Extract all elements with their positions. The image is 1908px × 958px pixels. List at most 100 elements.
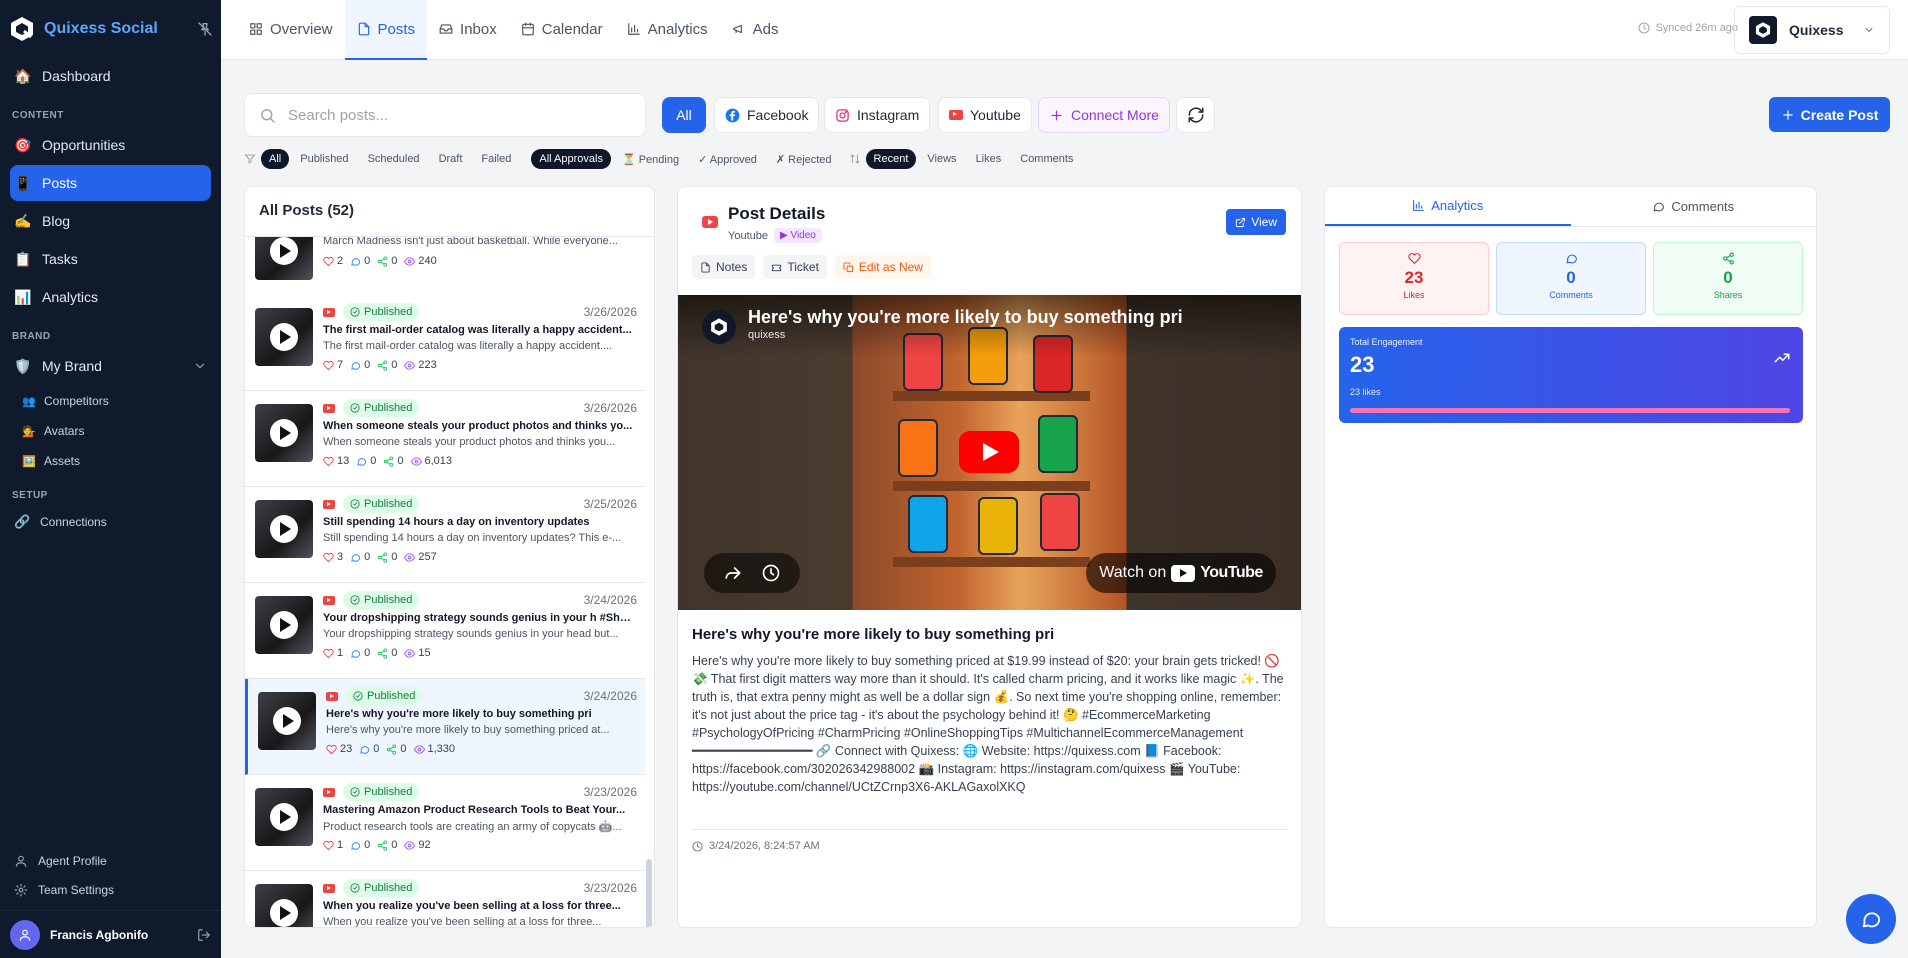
post-description: March Madness isn't just about basketbal…: [323, 237, 618, 247]
status-filter-scheduled[interactable]: Scheduled: [360, 149, 428, 169]
views-count: 257: [418, 551, 437, 563]
status-filter-published[interactable]: Published: [292, 149, 356, 169]
list-item[interactable]: Published 3/23/2026 Mastering Amazon Produ…: [245, 775, 645, 871]
create-post-button[interactable]: Create Post: [1769, 97, 1890, 132]
likes-count: 13: [337, 455, 350, 467]
account-switcher[interactable]: Quixess: [1734, 6, 1890, 54]
platform-filter-all[interactable]: All: [662, 97, 706, 133]
sidebar-item-my-brand[interactable]: 🛡️ My Brand: [10, 348, 211, 384]
sort-comments[interactable]: Comments: [1012, 149, 1081, 169]
platform-filter-instagram[interactable]: Instagram: [824, 97, 931, 133]
details-header: Post Details Youtube ▶ Video: [702, 204, 825, 243]
unpin-icon[interactable]: [197, 21, 213, 37]
list-item[interactable]: Published 3/24/2026 Here's why you're more…: [245, 679, 645, 775]
view-post-button[interactable]: View: [1226, 209, 1286, 235]
sidebar-item-dashboard[interactable]: 🏠 Dashboard: [10, 58, 211, 94]
shares-count: 0: [391, 839, 398, 851]
refresh-button[interactable]: [1176, 97, 1215, 133]
tab-inbox[interactable]: Inbox: [427, 0, 509, 60]
chat-support-button[interactable]: [1846, 894, 1896, 944]
tab-analytics-panel[interactable]: Analytics: [1325, 187, 1571, 226]
sidebar-item-competitors[interactable]: 👥 Competitors: [10, 386, 211, 416]
comments-count: 0: [364, 551, 371, 563]
views-count: 15: [418, 647, 431, 659]
post-meta: Published 3/24/2026: [326, 687, 637, 705]
approval-filter-rejected[interactable]: ✗ Rejected: [768, 149, 840, 170]
comment-icon: [351, 257, 361, 266]
approval-filter-approved[interactable]: ✓ Approved: [690, 149, 765, 170]
sidebar-item-avatars[interactable]: 💁 Avatars: [10, 416, 211, 446]
list-item[interactable]: Published 3/24/2026 Your dropshipping stra…: [245, 583, 645, 679]
sidebar-item-label: Opportunities: [42, 137, 126, 153]
list-item[interactable]: Published 3/25/2026 Still spending 14 hour…: [245, 487, 645, 583]
platform-filter-facebook[interactable]: Facebook: [714, 97, 820, 133]
views-count: 240: [418, 255, 437, 267]
sidebar-item-blog[interactable]: ✍️ Blog: [10, 203, 211, 239]
sort-recent[interactable]: Recent: [865, 149, 917, 169]
brand-logo-icon[interactable]: [8, 15, 36, 43]
search-box[interactable]: [244, 93, 646, 137]
approval-filter-all[interactable]: All Approvals: [531, 149, 611, 169]
plus-icon: [1782, 109, 1793, 120]
shares-stat: 0: [377, 839, 397, 851]
sidebar-item-opportunities[interactable]: 🎯 Opportunities: [10, 127, 211, 163]
main-tabs: Overview Posts Inbox Calendar Analytics …: [237, 0, 791, 60]
user-profile[interactable]: Francis Agbonifo: [0, 910, 221, 958]
team-settings-link[interactable]: Team Settings: [0, 875, 221, 904]
ticket-button[interactable]: Ticket: [763, 255, 827, 279]
status-badge: Published: [343, 591, 420, 609]
platform-filter-youtube[interactable]: Youtube: [938, 97, 1032, 133]
bar-chart-icon: [1413, 200, 1425, 211]
bar-chart-icon: 📊: [14, 288, 32, 305]
sort-likes[interactable]: Likes: [968, 149, 1010, 169]
tab-calendar[interactable]: Calendar: [509, 0, 615, 60]
eye-icon: [404, 360, 416, 370]
status-filter-failed[interactable]: Failed: [473, 149, 519, 169]
likes-count: 2: [337, 255, 344, 267]
post-thumbnail: [255, 788, 313, 846]
list-item[interactable]: Published 3/26/2026 The first mail-order c…: [245, 295, 645, 391]
edit-as-new-button[interactable]: Edit as New: [834, 255, 931, 279]
status-filter-draft[interactable]: Draft: [431, 149, 471, 169]
picture-icon: 🖼️: [22, 455, 36, 468]
channel-logo-icon[interactable]: [702, 310, 736, 344]
video-player[interactable]: Here's why you're more likely to buy som…: [678, 295, 1301, 610]
sidebar: Quixess Social 🏠 Dashboard CONTENT 🎯 Oppor…: [0, 0, 221, 958]
sidebar-item-posts[interactable]: 📱 Posts: [10, 165, 211, 201]
likes-count: 23: [340, 743, 353, 755]
tab-label: Analytics: [647, 20, 708, 38]
tab-posts[interactable]: Posts: [344, 0, 428, 60]
watch-on-youtube-button[interactable]: Watch on YouTube: [1086, 553, 1276, 593]
status-filter-all[interactable]: All: [261, 149, 290, 169]
tab-overview[interactable]: Overview: [237, 0, 345, 60]
share-icon[interactable]: [723, 563, 743, 583]
approval-filter-pending[interactable]: ⏳ Pending: [614, 149, 687, 170]
check-circle-icon: [350, 595, 360, 605]
list-item[interactable]: Published 3/26/2026 When someone steals yo…: [245, 391, 645, 487]
sidebar-item-connections[interactable]: 🔗 Connections: [10, 507, 211, 537]
sidebar-item-tasks[interactable]: 📋 Tasks: [10, 241, 211, 277]
posts-list-scroll[interactable]: March Madness isn't just about basketbal…: [245, 237, 645, 927]
post-meta: Published 3/26/2026: [323, 303, 637, 321]
video-channel[interactable]: quixess: [748, 329, 785, 341]
watch-later-icon[interactable]: [761, 563, 781, 583]
play-button[interactable]: [959, 431, 1019, 473]
logout-icon[interactable]: [197, 928, 211, 942]
list-item[interactable]: Published 3/23/2026 When you realize you'v…: [245, 871, 645, 927]
scrollbar-thumb[interactable]: [646, 859, 652, 927]
sidebar-item-assets[interactable]: 🖼️ Assets: [10, 446, 211, 476]
tab-ads[interactable]: Ads: [720, 0, 791, 60]
sidebar-item-analytics[interactable]: 📊 Analytics: [10, 279, 211, 315]
search-input[interactable]: [288, 106, 618, 124]
notes-button[interactable]: Notes: [692, 255, 756, 279]
shares-count: 0: [391, 255, 398, 267]
video-title[interactable]: Here's why you're more likely to buy som…: [748, 307, 1183, 328]
tab-analytics[interactable]: Analytics: [615, 0, 720, 60]
connect-more-button[interactable]: Connect More: [1038, 97, 1170, 133]
tab-comments-panel[interactable]: Comments: [1571, 187, 1817, 226]
view-label: View: [1251, 215, 1277, 229]
eye-icon: [404, 648, 416, 658]
post-stats: 1 0 0 92: [323, 839, 431, 851]
sort-views[interactable]: Views: [919, 149, 964, 169]
agent-profile-link[interactable]: Agent Profile: [0, 846, 221, 875]
